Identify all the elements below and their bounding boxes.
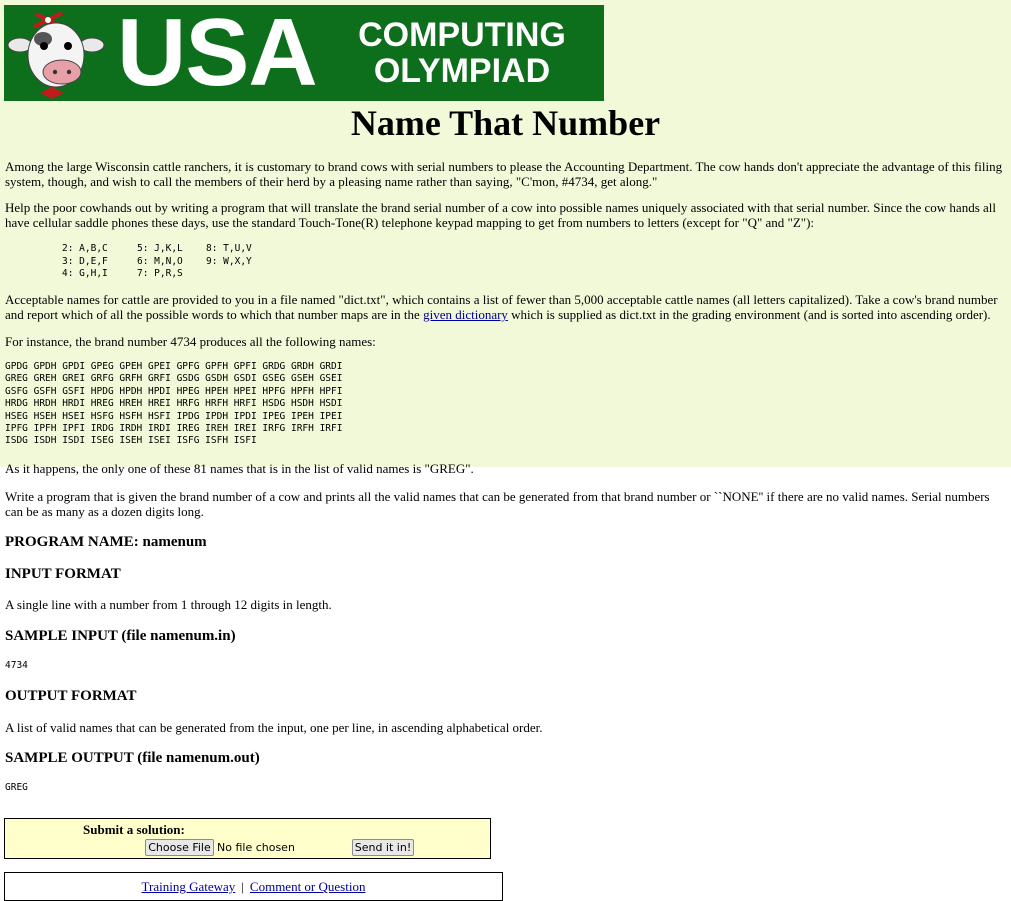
keypad-intro-paragraph: Help the poor cowhands out by writing a … [5,200,997,230]
dictionary-text-after: which is supplied as dict.txt in the gra… [507,307,991,322]
keypad-entry: 3: D,E,F [62,255,108,267]
keypad-entry: 5: J,K,L [137,243,183,254]
names-row: ISDG ISDH ISDI ISEG ISEH ISEI ISFG ISFH … [5,435,257,447]
example-intro-paragraph: For instance, the brand number 4734 prod… [5,334,376,349]
banner-usa-text: USA [117,5,318,101]
footer-separator: | [241,879,244,894]
input-format-text: A single line with a number from 1 throu… [5,597,332,612]
keypad-entry: 4: G,H,I [62,268,108,279]
given-dictionary-link[interactable]: given dictionary [423,307,508,322]
submit-solution-label: Submit a solution: [83,822,185,837]
keypad-entry: 6: M,N,O [137,255,183,267]
usaco-banner: USA COMPUTING OLYMPIAD [4,5,604,101]
names-row: GPDG GPDH GPDI GPEG GPEH GPEI GPFG GPFH … [5,361,343,372]
footer-links: Training Gateway | Comment or Question [4,872,503,901]
result-paragraph: As it happens, the only one of these 81 … [5,461,474,476]
sample-input-heading: SAMPLE INPUT (file namenum.in) [5,628,236,644]
page-title: Name That Number [350,103,661,143]
comment-or-question-link[interactable]: Comment or Question [250,879,366,894]
names-row: IPFG IPFH IPFI IRDG IRDH IRDI IREG IREH … [5,423,343,434]
output-format-text: A list of valid names that can be genera… [5,720,543,735]
cow-mascot-icon [7,11,105,99]
names-row: HSEG HSEH HSEI HSFG HSFH HSFI IPDG IPDH … [5,410,343,422]
output-format-heading: OUTPUT FORMAT [5,688,137,704]
names-row: GREG GREH GREI GRFG GRFH GRFI GSDG GSDH … [5,373,343,385]
sample-input-value: 4734 [5,660,28,671]
keypad-entry: 7: P,R,S [137,268,183,279]
names-row: GSFG GSFH GSFI HPDG HPDH HPDI HPEG HPEH … [5,385,343,397]
banner-olympiad-text: OLYMPIAD [373,52,551,90]
input-format-heading: INPUT FORMAT [5,566,121,582]
training-gateway-link[interactable]: Training Gateway [142,879,236,894]
task-paragraph: Write a program that is given the brand … [5,489,990,519]
sample-output-value: GREG [5,782,28,793]
file-status-text: No file chosen [217,841,295,854]
send-it-in-button[interactable]: Send it in! [352,839,414,856]
program-name-heading: PROGRAM NAME: namenum [5,534,207,550]
keypad-entry: 2: A,B,C [62,243,108,254]
keypad-entry: 9: W,X,Y [206,255,252,267]
generated-names-grid: GPDG GPDH GPDI GPEG GPEH GPEI GPFG GPFH … [5,361,342,473]
names-row: HRDG HRDH HRDI HREG HREH HREI HRFG HRFH … [5,398,343,410]
submit-solution-form: Submit a solution: Choose File No file c… [4,818,491,859]
banner-computing-text: COMPUTING [358,16,566,54]
sample-output-heading: SAMPLE OUTPUT (file namenum.out) [5,750,260,766]
intro-paragraph: Among the large Wisconsin cattle rancher… [5,159,1003,189]
dictionary-paragraph: Acceptable names for cattle are provided… [5,292,1005,322]
keypad-entry: 8: T,U,V [206,243,252,254]
choose-file-button[interactable]: Choose File [145,839,214,856]
